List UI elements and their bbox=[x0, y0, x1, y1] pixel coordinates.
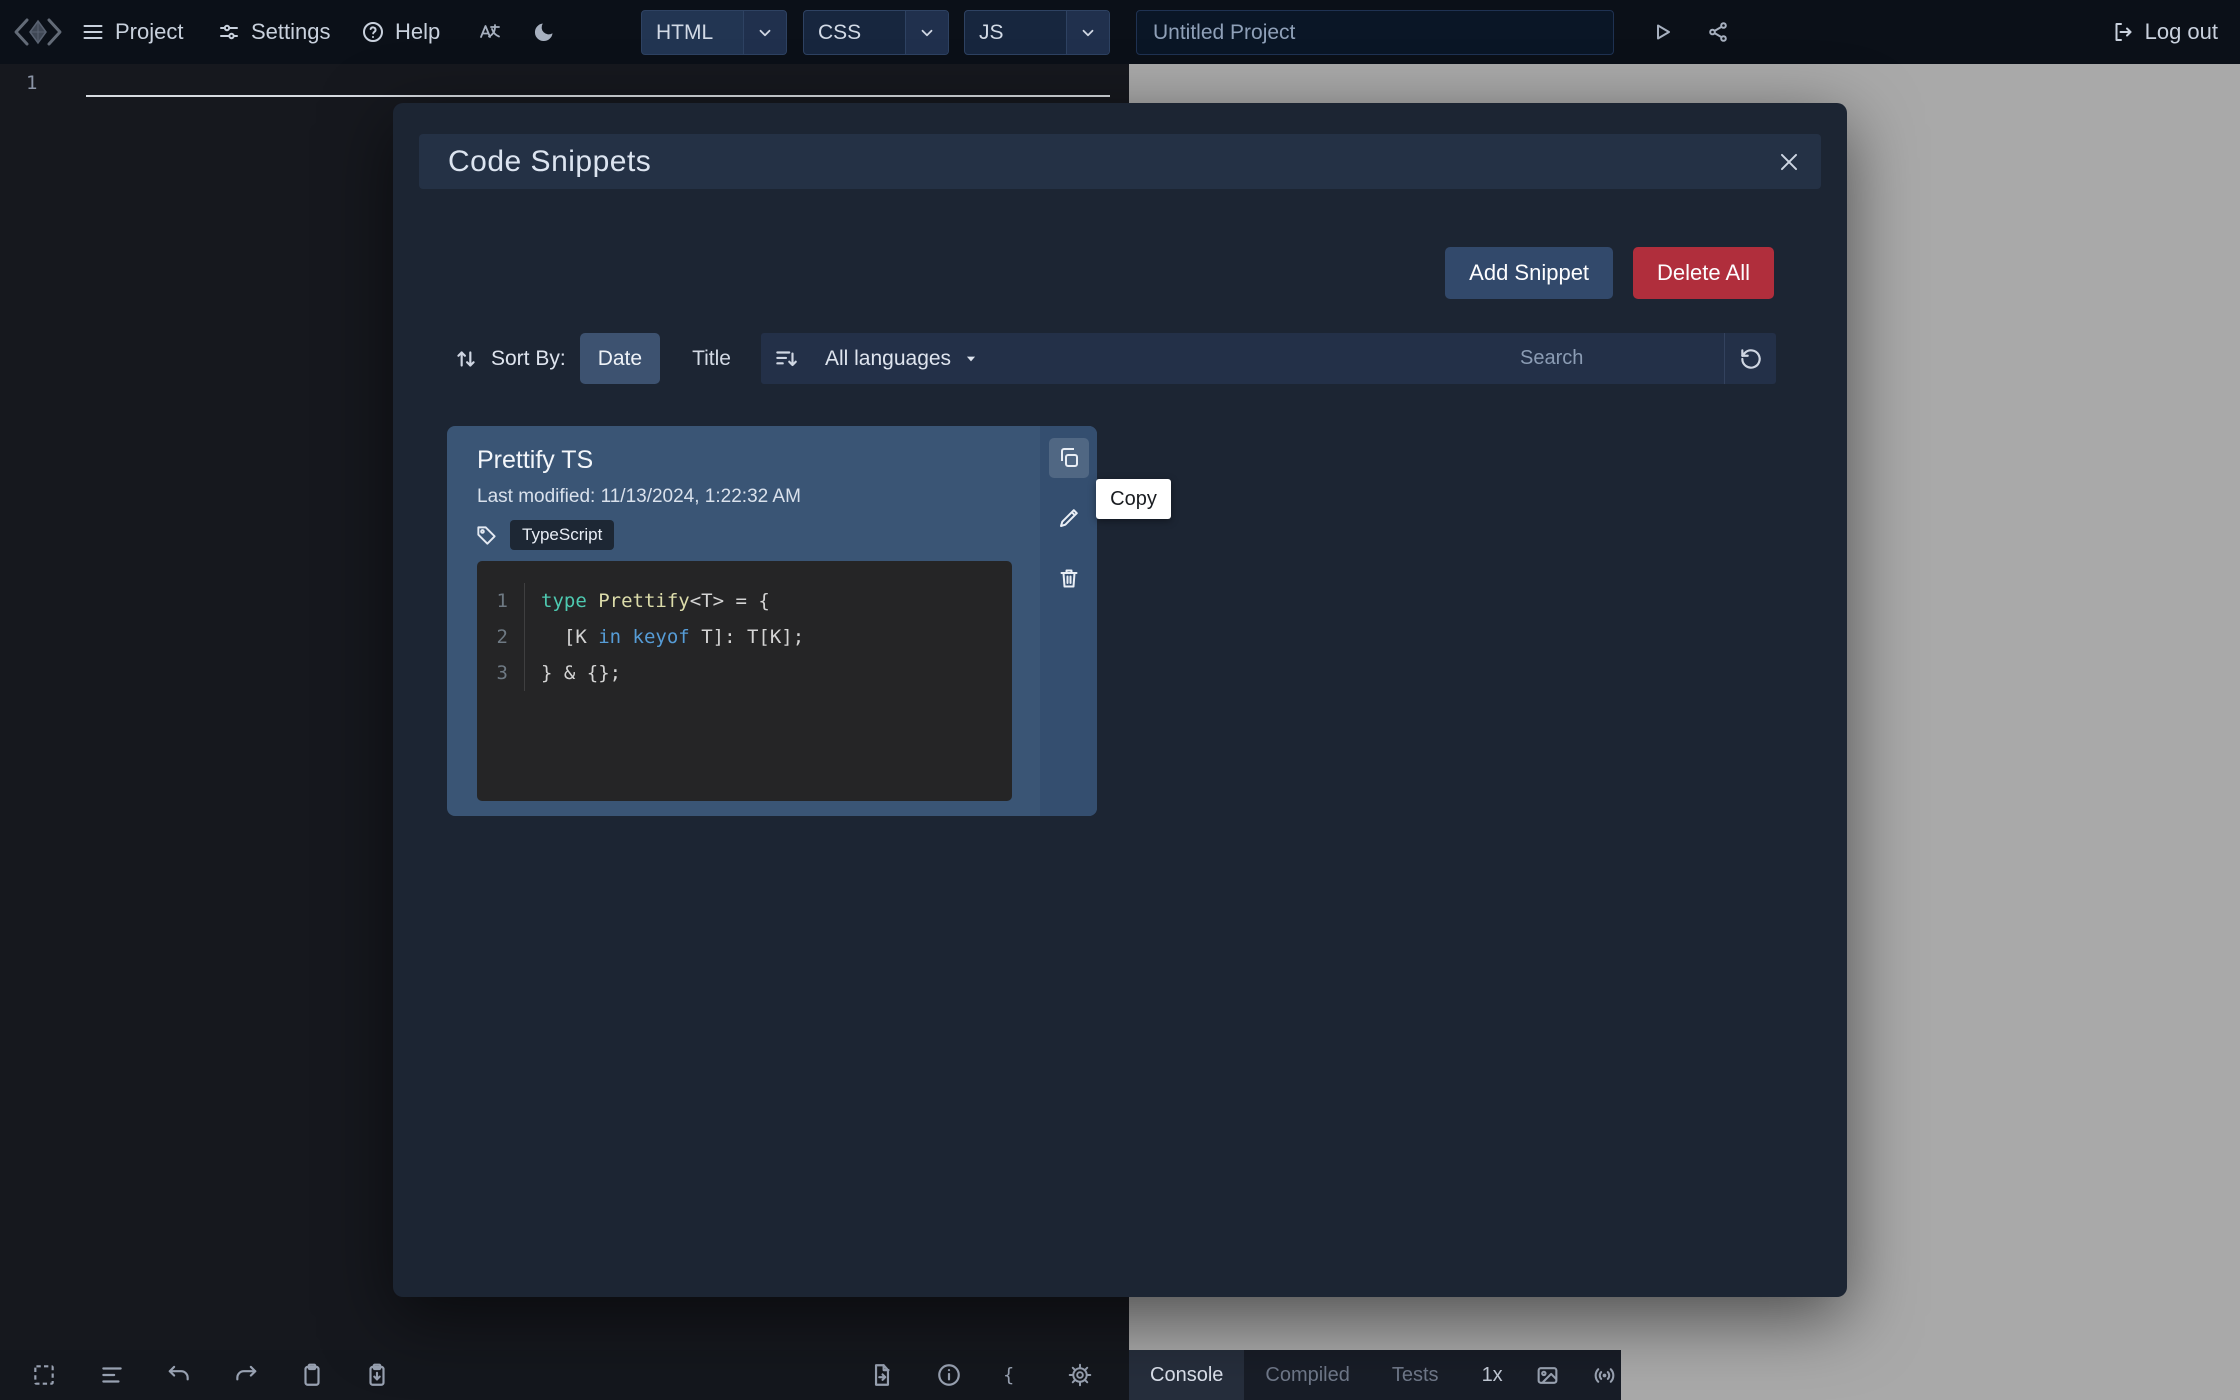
code-line: 1type Prettify<T> = { bbox=[477, 583, 1012, 619]
snippet-tags: TypeScript bbox=[475, 520, 614, 550]
help-menu[interactable]: Help bbox=[361, 0, 440, 64]
css-panel-select[interactable]: CSS bbox=[803, 10, 949, 55]
format-code-icon[interactable] bbox=[99, 1362, 125, 1388]
sort-row: Sort By: Date Title All languages bbox=[447, 333, 1776, 384]
project-menu-label: Project bbox=[115, 19, 183, 45]
settings-menu-label: Settings bbox=[251, 19, 331, 45]
code-block: 1type Prettify<T> = {2 [K in keyof T]: T… bbox=[477, 561, 1012, 801]
gear-icon[interactable] bbox=[1067, 1362, 1093, 1388]
app-logo[interactable] bbox=[12, 0, 64, 64]
language-filter-value: All languages bbox=[825, 347, 951, 371]
broadcast-icon[interactable] bbox=[1592, 1363, 1617, 1388]
sort-arrows-icon bbox=[453, 346, 479, 372]
app-root: Project Settings Help HTML CSS bbox=[0, 0, 2240, 1400]
logout-button[interactable]: Log out bbox=[2111, 0, 2218, 64]
translate-button[interactable] bbox=[478, 0, 502, 64]
modal-header: Code Snippets bbox=[419, 134, 1821, 189]
play-icon bbox=[1650, 20, 1674, 44]
copy-snippet-button[interactable] bbox=[1049, 438, 1089, 478]
language-filter-select[interactable]: All languages bbox=[811, 333, 993, 384]
editor-cursor-line bbox=[86, 95, 1110, 97]
tag-icon bbox=[475, 524, 498, 547]
moon-icon bbox=[532, 20, 556, 44]
tab-compiled[interactable]: Compiled bbox=[1244, 1350, 1370, 1400]
sort-descending-icon bbox=[773, 346, 799, 372]
code-line: 2 [K in keyof T]: T[K]; bbox=[477, 619, 1012, 655]
copy-tooltip: Copy bbox=[1096, 479, 1171, 519]
paste-clipboard-icon[interactable] bbox=[364, 1362, 390, 1388]
snippet-search-input[interactable] bbox=[1506, 333, 1724, 384]
code-lines: 1type Prettify<T> = {2 [K in keyof T]: T… bbox=[477, 583, 1012, 691]
screenshot-icon[interactable] bbox=[1535, 1363, 1560, 1388]
snippet-action-rail bbox=[1040, 426, 1097, 816]
logout-label: Log out bbox=[2145, 19, 2218, 45]
refresh-button[interactable] bbox=[1724, 333, 1776, 384]
add-snippet-button[interactable]: Add Snippet bbox=[1445, 247, 1613, 299]
menu-icon bbox=[81, 20, 105, 44]
sliders-icon bbox=[217, 20, 241, 44]
editor-line-number: 1 bbox=[26, 72, 37, 94]
code-line: 3} & {}; bbox=[477, 655, 1012, 691]
sort-by-title-button[interactable]: Title bbox=[674, 333, 749, 384]
pencil-icon bbox=[1057, 506, 1081, 530]
close-icon bbox=[1776, 149, 1802, 175]
braces-icon[interactable]: { } bbox=[1001, 1362, 1027, 1388]
top-bar: Project Settings Help HTML CSS bbox=[0, 0, 2240, 64]
help-menu-label: Help bbox=[395, 19, 440, 45]
trash-icon bbox=[1057, 566, 1081, 590]
svg-text:{ }: { } bbox=[1003, 1366, 1027, 1387]
language-badge: TypeScript bbox=[510, 520, 614, 550]
html-panel-select[interactable]: HTML bbox=[641, 10, 787, 55]
help-icon bbox=[361, 20, 385, 44]
snippet-card[interactable]: Prettify TS Last modified: 11/13/2024, 1… bbox=[447, 426, 1097, 816]
project-name-input[interactable] bbox=[1136, 10, 1614, 55]
copy-icon bbox=[1057, 446, 1081, 470]
css-panel-label: CSS bbox=[804, 21, 905, 45]
settings-menu[interactable]: Settings bbox=[217, 0, 331, 64]
logout-icon bbox=[2111, 20, 2135, 44]
code-snippets-modal: Code Snippets Add Snippet Delete All Sor… bbox=[393, 103, 1847, 1297]
js-panel-label: JS bbox=[965, 21, 1066, 45]
filter-bar: All languages bbox=[761, 333, 1776, 384]
modal-title: Code Snippets bbox=[419, 145, 651, 179]
select-all-icon[interactable] bbox=[31, 1362, 57, 1388]
sort-by-label: Sort By: bbox=[491, 347, 566, 371]
chevron-down-icon[interactable] bbox=[743, 11, 786, 54]
logo-icon bbox=[12, 16, 64, 48]
edit-snippet-button[interactable] bbox=[1049, 498, 1089, 538]
caret-down-icon bbox=[963, 352, 979, 366]
editor-toolbar: { } bbox=[0, 1350, 1129, 1400]
project-menu[interactable]: Project bbox=[81, 0, 183, 64]
snippet-last-modified: Last modified: 11/13/2024, 1:22:32 AM bbox=[477, 486, 801, 508]
console-toolbar: Console Compiled Tests 1x bbox=[1129, 1350, 1621, 1400]
close-button[interactable] bbox=[1771, 144, 1807, 180]
export-file-icon[interactable] bbox=[869, 1362, 895, 1388]
delete-snippet-button[interactable] bbox=[1049, 558, 1089, 598]
share-icon bbox=[1706, 20, 1730, 44]
chevron-down-icon[interactable] bbox=[1066, 11, 1109, 54]
redo-icon[interactable] bbox=[233, 1362, 259, 1388]
snippet-title: Prettify TS bbox=[477, 446, 593, 475]
run-button[interactable] bbox=[1650, 0, 1674, 64]
share-button[interactable] bbox=[1706, 0, 1730, 64]
copy-clipboard-icon[interactable] bbox=[299, 1362, 325, 1388]
sort-by-date-button[interactable]: Date bbox=[580, 333, 660, 384]
js-panel-select[interactable]: JS bbox=[964, 10, 1110, 55]
dark-mode-toggle[interactable] bbox=[532, 0, 556, 64]
translate-icon bbox=[478, 20, 502, 44]
zoom-level[interactable]: 1x bbox=[1482, 1364, 1503, 1387]
delete-all-button[interactable]: Delete All bbox=[1633, 247, 1774, 299]
undo-icon[interactable] bbox=[166, 1362, 192, 1388]
tab-console[interactable]: Console bbox=[1129, 1350, 1244, 1400]
tab-tests[interactable]: Tests bbox=[1371, 1350, 1460, 1400]
html-panel-label: HTML bbox=[642, 21, 743, 45]
modal-actions: Add Snippet Delete All bbox=[1445, 247, 1774, 299]
refresh-icon bbox=[1738, 346, 1764, 372]
chevron-down-icon[interactable] bbox=[905, 11, 948, 54]
info-icon[interactable] bbox=[936, 1362, 962, 1388]
sort-direction-button[interactable] bbox=[761, 333, 811, 384]
